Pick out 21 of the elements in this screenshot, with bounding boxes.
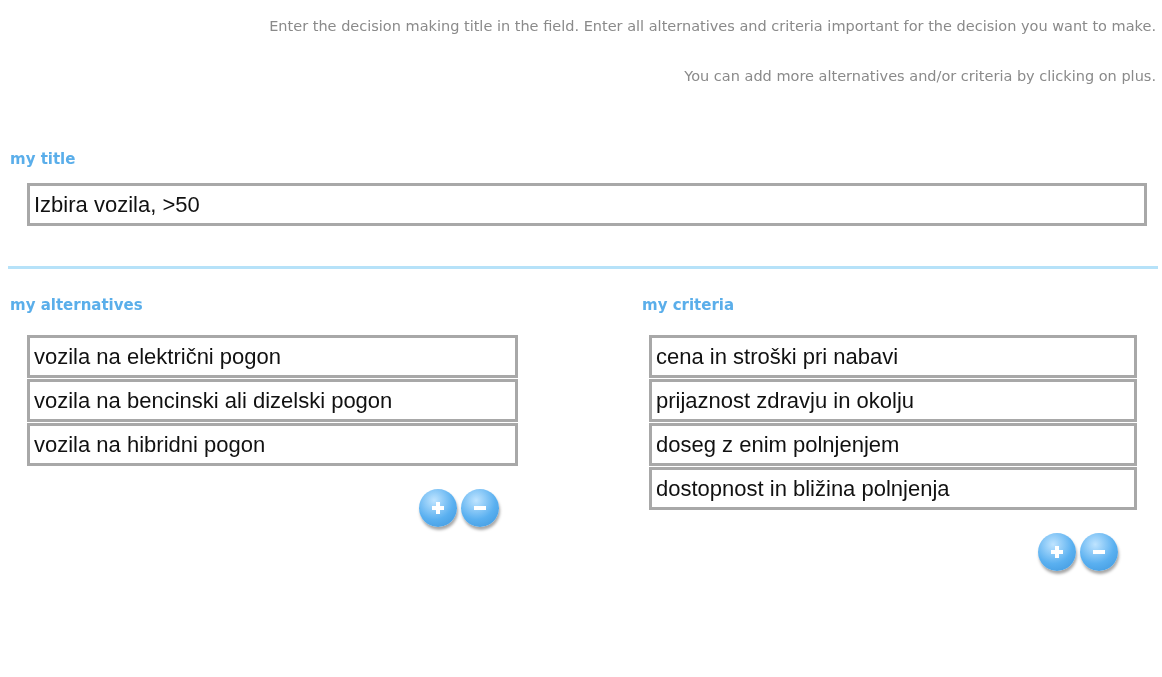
minus-icon <box>473 505 487 511</box>
text-input[interactable]: prijaznost zdravju in okolju <box>649 379 1137 422</box>
instruction-text: You can add more alternatives and/or criteria by clicking on plus. <box>683 67 1156 86</box>
section-label: my title <box>9 149 77 169</box>
text-input[interactable]: dostopnost in bližina polnjenja <box>649 467 1137 510</box>
plus-icon <box>1050 545 1064 559</box>
remove-button[interactable] <box>1080 533 1118 571</box>
instruction-text: Enter the decision making title in the field. Enter all alternatives and criteria important for the decision you want to make. <box>268 17 1156 36</box>
text-input[interactable]: cena in stroški pri nabavi <box>649 335 1137 378</box>
text-input[interactable]: vozila na električni pogon <box>27 335 518 378</box>
add-button[interactable] <box>1038 533 1076 571</box>
text-input[interactable]: vozila na bencinski ali dizelski pogon <box>27 379 518 422</box>
section-label: my alternatives <box>9 295 144 315</box>
add-button[interactable] <box>419 489 457 527</box>
plus-icon <box>431 501 445 515</box>
text-input[interactable]: doseg z enim polnjenjem <box>649 423 1137 466</box>
minus-icon <box>1092 549 1106 555</box>
section-label: my criteria <box>641 295 736 315</box>
text-input[interactable]: vozila na hibridni pogon <box>27 423 518 466</box>
remove-button[interactable] <box>461 489 499 527</box>
title-input[interactable]: Izbira vozila, >50 <box>27 183 1147 226</box>
